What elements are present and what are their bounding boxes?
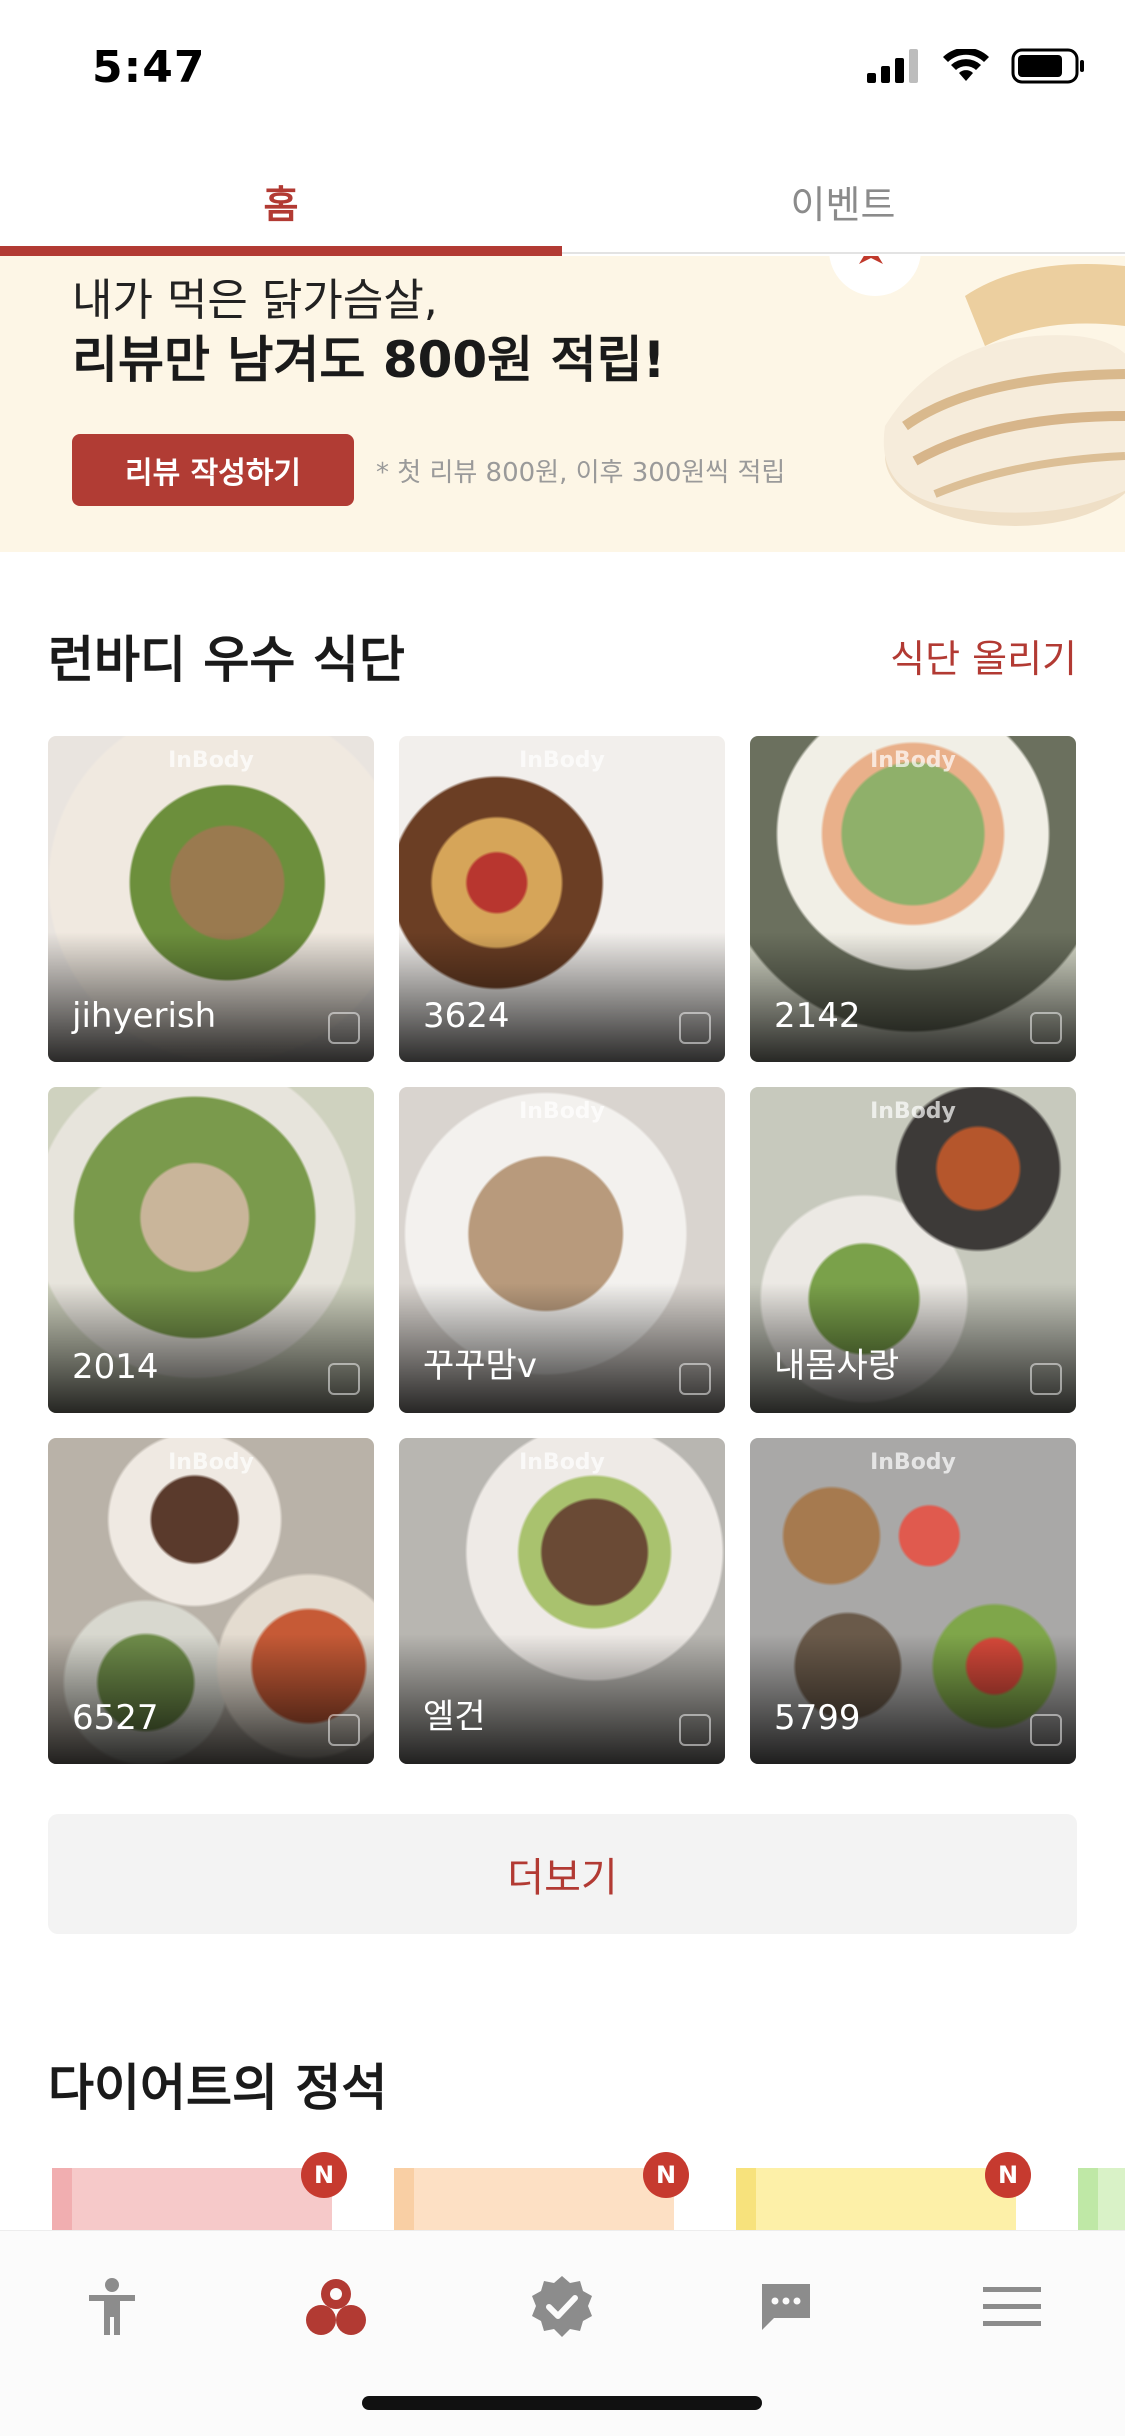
meal-grid: InBody jihyerish InBody 3624 InBody 2142… [48, 736, 1077, 1764]
nav-meal[interactable] [296, 2267, 376, 2347]
meal-card[interactable]: InBody 5799 [750, 1438, 1076, 1764]
nav-person[interactable] [72, 2267, 152, 2347]
diet-section-title: 다이어트의 정석 [48, 2059, 388, 2117]
inbody-watermark: InBody [519, 1450, 605, 1475]
card-logo-icon [328, 1012, 360, 1044]
banner-note: * 첫 리뷰 800원, 이후 300원씩 적립 [376, 458, 786, 488]
review-banner[interactable]: 내가 먹은 닭가슴살, 리뷰만 남겨도 800원 적립! 리뷰 작성하기 * 첫… [0, 256, 1125, 552]
diet-card-spine [52, 2168, 72, 2230]
diet-card-spine [1078, 2168, 1098, 2230]
diet-card-spine [394, 2168, 414, 2230]
inbody-watermark: InBody [168, 748, 254, 773]
banner-line1: 내가 먹은 닭가슴살, [72, 275, 438, 326]
nav-verified[interactable] [522, 2267, 602, 2347]
home-indicator [362, 2396, 762, 2410]
tab-event-label: 이벤트 [790, 182, 896, 227]
new-badge: N [643, 2152, 689, 2198]
meal-card-author: 2142 [774, 996, 861, 1036]
meal-card-author: 내몸사랑 [774, 1346, 900, 1386]
meal-card-author: jihyerish [72, 996, 217, 1036]
meal-card[interactable]: InBody 꾸꾸맘v [399, 1087, 725, 1413]
cellular-signal-icon [867, 49, 918, 83]
meal-card-author: 3624 [423, 996, 510, 1036]
card-logo-icon [1030, 1012, 1062, 1044]
meal-card[interactable]: InBody 내몸사랑 [750, 1087, 1076, 1413]
battery-icon [1011, 48, 1084, 84]
chat-icon [762, 2284, 810, 2330]
status-time: 5:47 [92, 42, 206, 93]
diet-card[interactable] [736, 2168, 1016, 2230]
new-badge: N [985, 2152, 1031, 2198]
meal-card-author: 꾸꾸맘v [423, 1346, 537, 1386]
meal-card[interactable]: InBody 3624 [399, 736, 725, 1062]
meal-card-author: 2014 [72, 1347, 159, 1387]
best-meals-title: 런바디 우수 식단 [48, 631, 405, 689]
new-badge: N [301, 2152, 347, 2198]
tab-active-indicator [0, 246, 562, 256]
diet-card[interactable] [394, 2168, 674, 2230]
banner-line2: 리뷰만 남겨도 800원 적립! [72, 331, 666, 389]
menu-icon [983, 2287, 1041, 2326]
meal-card-author: 5799 [774, 1698, 861, 1738]
upload-meal-link[interactable]: 식단 올리기 [890, 628, 1077, 683]
write-review-button[interactable]: 리뷰 작성하기 [72, 434, 354, 506]
card-logo-icon [328, 1714, 360, 1746]
meal-card[interactable]: InBody 엘건 [399, 1438, 725, 1764]
inbody-watermark: InBody [870, 1450, 956, 1475]
status-bar: 5:47 [0, 0, 1125, 135]
meal-card-author: 엘건 [423, 1697, 486, 1737]
person-icon [89, 2278, 135, 2335]
meal-card[interactable]: 2014 [48, 1087, 374, 1413]
card-logo-icon [679, 1363, 711, 1395]
more-button[interactable]: 더보기 [48, 1814, 1077, 1934]
meal-card[interactable]: InBody jihyerish [48, 736, 374, 1062]
diet-card-spine [736, 2168, 756, 2230]
wifi-icon [943, 49, 989, 81]
card-logo-icon [328, 1363, 360, 1395]
diet-card[interactable] [52, 2168, 332, 2230]
meal-card[interactable]: InBody 2142 [750, 736, 1076, 1062]
diet-cards-strip [0, 2168, 1125, 2230]
status-icons [867, 48, 1085, 84]
meal-icon [306, 2279, 366, 2335]
card-logo-icon [1030, 1363, 1062, 1395]
card-logo-icon [679, 1012, 711, 1044]
chicken-breast-illustration [829, 256, 1125, 526]
inbody-watermark: InBody [870, 1099, 956, 1124]
inbody-watermark: InBody [519, 1099, 605, 1124]
card-logo-icon [1030, 1714, 1062, 1746]
meal-card-author: 6527 [72, 1698, 159, 1738]
meal-card[interactable]: InBody 6527 [48, 1438, 374, 1764]
inbody-watermark: InBody [519, 748, 605, 773]
inbody-watermark: InBody [870, 748, 956, 773]
tab-event[interactable]: 이벤트 [562, 150, 1124, 252]
tab-home[interactable]: 홈 [0, 150, 562, 256]
inbody-watermark: InBody [168, 1450, 254, 1475]
top-tabs: 홈 이벤트 [0, 150, 1125, 256]
nav-menu[interactable] [972, 2267, 1052, 2347]
diet-card[interactable] [1078, 2168, 1125, 2230]
tab-home-label: 홈 [263, 182, 299, 227]
verified-badge-icon [532, 2276, 592, 2337]
nav-chat[interactable] [746, 2267, 826, 2347]
card-logo-icon [679, 1714, 711, 1746]
